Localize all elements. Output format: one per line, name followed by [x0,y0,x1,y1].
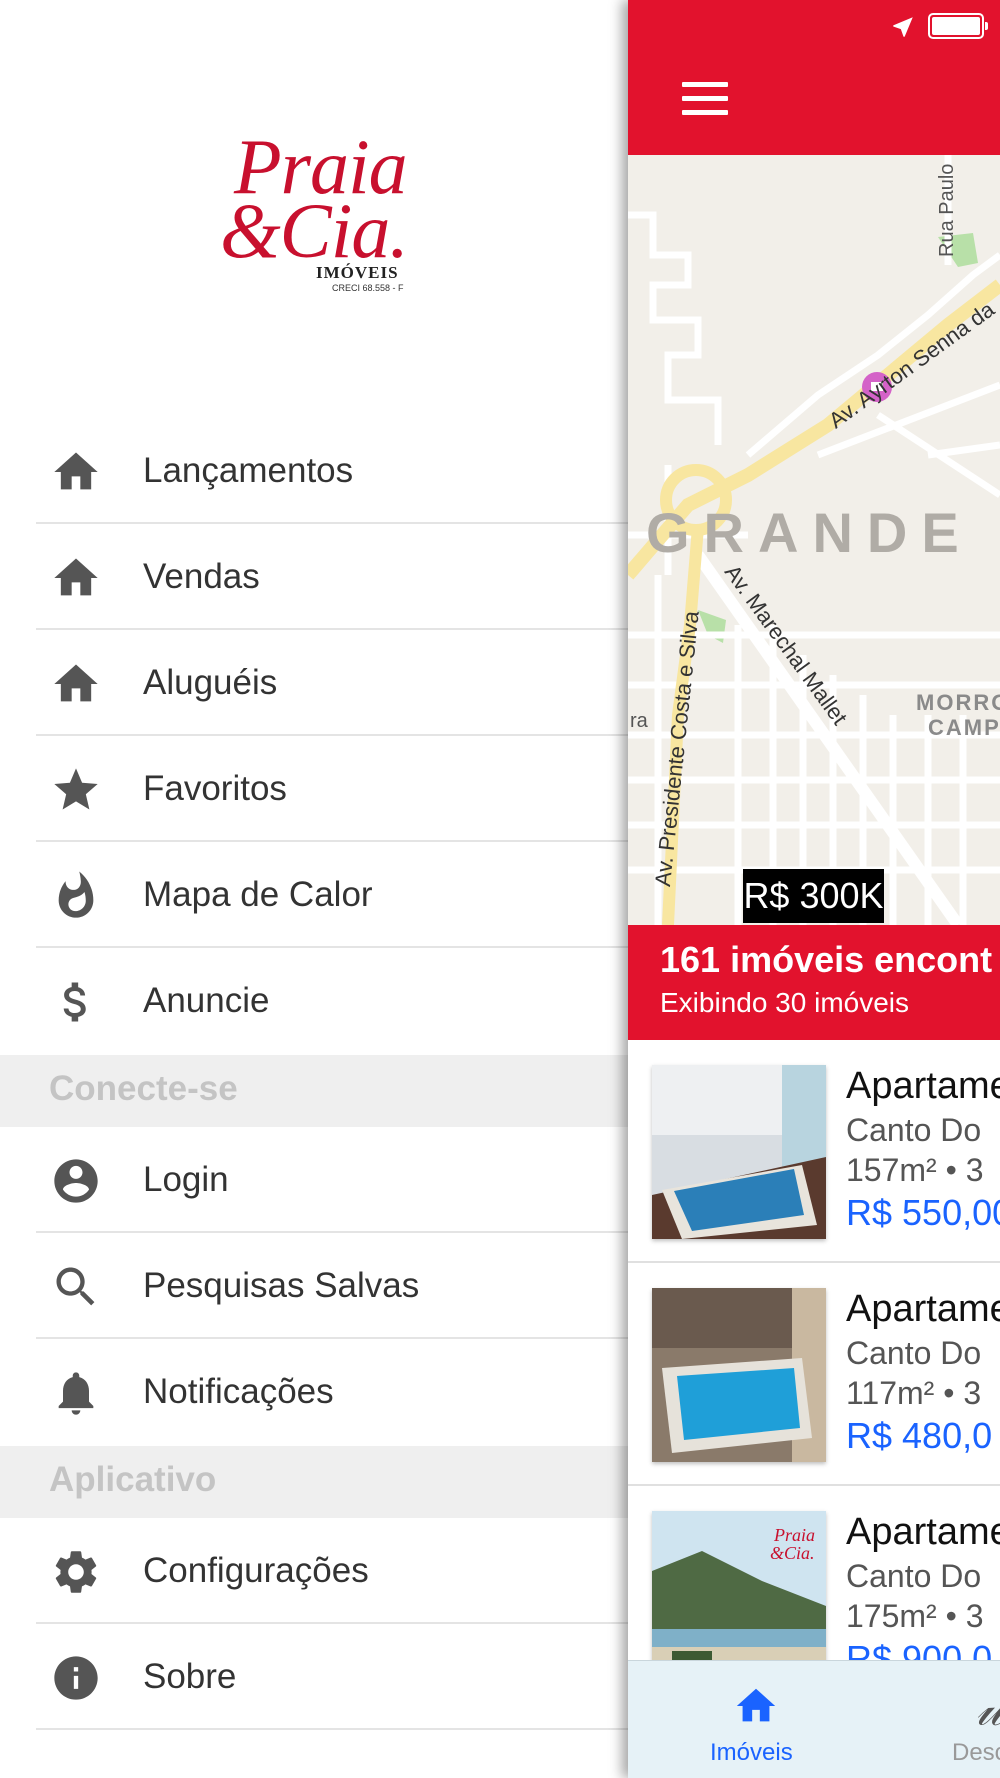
listing-price: R$ 480,0 [846,1415,993,1456]
listing-area: 175m² • 3 [846,1598,984,1634]
home-icon [54,664,98,702]
menu-item-label: Anuncie [143,981,270,1020]
star-icon [54,768,98,810]
listing-photo [652,1065,826,1239]
listing-photo: Praia &Cia. [652,1511,826,1685]
map-label-camp: CAMP [928,715,1000,740]
hamburger-menu-button[interactable] [682,82,728,116]
results-summary-bar: 161 imóveis encont Exibindo 30 imóveis [628,925,1000,1040]
svg-text:Praia: Praia [773,1525,815,1545]
menu-item-vendas[interactable]: Vendas [0,524,628,630]
account-icon [54,1159,98,1203]
listing-title: Apartame [846,1288,1000,1330]
menu-item-label: Vendas [143,557,260,596]
listing-area: 117m² • 3 [846,1375,982,1411]
menu-item-label: Sobre [143,1657,237,1696]
menu-item-label: Pesquisas Salvas [143,1266,420,1305]
home-icon [736,1688,776,1722]
listing-title: Apartame [846,1065,1000,1107]
results-count: 161 imóveis encont [660,939,993,980]
map-price-marker[interactable]: R$ 300K [743,869,884,923]
logo-text-creci: CRECI 68.558 - F [332,283,404,293]
menu-item-label: Aluguéis [143,663,278,702]
location-arrow-icon [893,17,913,37]
menu-item-label: Configurações [143,1551,369,1590]
bell-icon [58,1372,94,1415]
gear-icon [55,1551,97,1593]
menu-item-lancamentos[interactable]: Lançamentos [0,418,628,524]
svg-text:&Cia.: &Cia. [770,1543,815,1563]
listing-price: R$ 550,00 [846,1192,1000,1233]
map-label-rua-paulo: Rua Paulo [936,163,958,257]
menu-item-mapa-de-calor[interactable]: Mapa de Calor [0,842,628,948]
menu-item-alugueis[interactable]: Aluguéis [0,630,628,736]
navigation-drawer: Praia &Cia. IMÓVEIS CRECI 68.558 - F Lan… [0,0,628,1778]
menu-item-label: Mapa de Calor [143,875,373,914]
menu-item-login[interactable]: Login [0,1127,628,1233]
logo-text-imoveis: IMÓVEIS [316,263,399,282]
menu-item-label: Login [143,1160,229,1199]
tab-label: Desc [952,1739,1000,1766]
brand-logo: Praia &Cia. IMÓVEIS CRECI 68.558 - F [218,122,418,297]
bottom-tab-bar: Imóveis 𝓌 Desc [628,1660,1000,1778]
flame-icon [58,871,94,918]
script-icon: 𝓌 [976,1679,1000,1738]
menu-item-label: Lançamentos [143,451,354,490]
map-label-grande: GRANDE [646,501,973,564]
map-label-ra: ra [630,710,648,732]
main-panel[interactable]: Rua Paulo Av. Ayrton Senna da GRANDE Av.… [628,0,1000,1778]
listing-photo [652,1288,826,1462]
results-showing: Exibindo 30 imóveis [660,987,910,1018]
search-icon [56,1267,95,1306]
section-header-conecte-se: Conecte-se [0,1055,628,1127]
listing-neighborhood: Canto Do [846,1558,982,1594]
menu-item-label: Favoritos [143,769,287,808]
listing-area: 157m² • 3 [846,1152,984,1188]
menu-item-anuncie[interactable]: Anuncie [0,948,628,1054]
map-view[interactable]: Rua Paulo Av. Ayrton Senna da GRANDE Av.… [628,155,1000,925]
section-title: Conecte-se [49,1069,238,1108]
section-title: Aplicativo [49,1460,217,1499]
section-header-aplicativo: Aplicativo [0,1446,628,1518]
listing-neighborhood: Canto Do [846,1112,982,1148]
tab-label: Imóveis [710,1739,793,1766]
menu-item-pesquisas-salvas[interactable]: Pesquisas Salvas [0,1233,628,1339]
listing-neighborhood: Canto Do [846,1335,982,1371]
map-label-morro: MORRO [916,690,1000,715]
app-bar [628,0,1000,155]
menu-item-sobre[interactable]: Sobre [0,1624,628,1730]
divider [36,1728,628,1730]
menu-item-label: Notificações [143,1372,334,1411]
dollar-icon [63,982,86,1022]
home-icon [54,452,98,490]
info-icon [54,1656,98,1700]
menu-item-favoritos[interactable]: Favoritos [0,736,628,842]
listing-card[interactable]: Apartame Canto Do 157m² • 3 R$ 550,00 [628,1040,1000,1263]
menu-item-notificacoes[interactable]: Notificações [0,1339,628,1445]
menu-item-configuracoes[interactable]: Configurações [0,1518,628,1624]
battery-icon [928,13,988,39]
listing-card[interactable]: Apartame Canto Do 117m² • 3 R$ 480,0 [628,1263,1000,1486]
home-icon [54,558,98,596]
listing-title: Apartame [846,1511,1000,1553]
